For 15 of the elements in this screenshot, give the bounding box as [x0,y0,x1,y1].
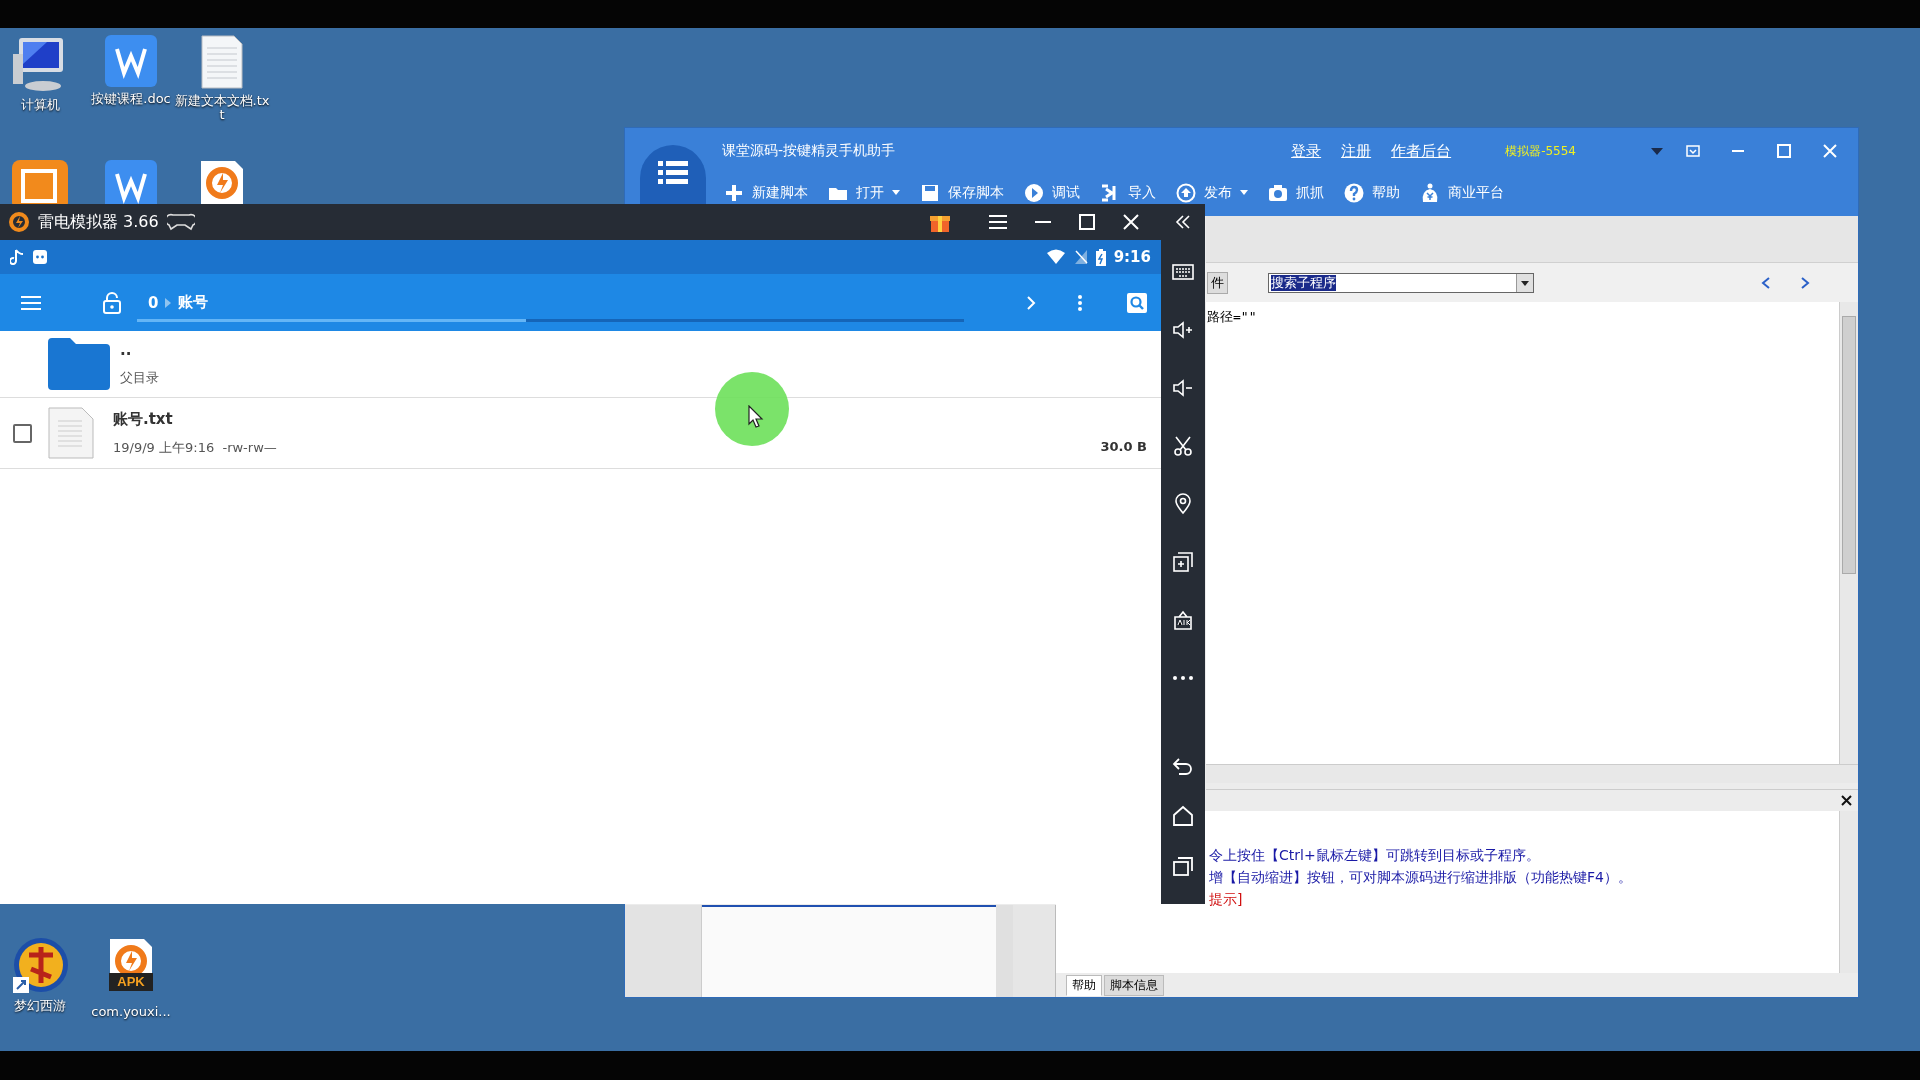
icon-label: 梦幻西游 [13,999,67,1013]
clock: 9:16 [1113,248,1151,266]
code-line: 路径="" [1207,308,1258,326]
icon-label: 计算机 [19,98,61,112]
window-title: 雷电模拟器 3.66 [38,211,159,233]
window-title: 课堂源码-按键精灵手机助手 [722,142,896,160]
log-line: 增【自动缩进】按钮，可对脚本源码进行缩进排版（功能热键F4）。 [1209,869,1632,887]
log-line: 提示] [1209,891,1243,909]
file-detail: 父目录 [120,369,159,387]
file-detail: 19/9/9 上午9:16 -rw-rw— [113,438,277,457]
file-size: 30.0 B [1100,439,1147,454]
icon-label: 新建文本文档.txt [173,94,271,122]
icon-label: com.youxi... [90,1005,172,1019]
log-line: 令上按住【Ctrl+鼠标左键】可跳转到目标或子程序。 [1209,847,1540,865]
icon-label: 按键课程.doc [90,92,172,106]
